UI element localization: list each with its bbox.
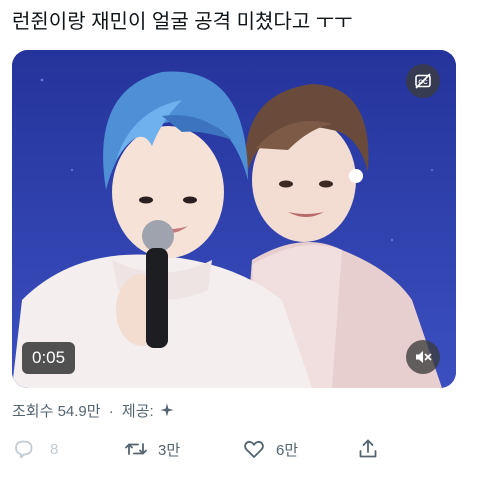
cc-off-icon: CC bbox=[415, 73, 431, 89]
retweet-button[interactable]: 3만 bbox=[124, 432, 180, 466]
mute-button[interactable] bbox=[406, 340, 440, 374]
share-button[interactable] bbox=[356, 432, 380, 466]
mute-icon bbox=[416, 351, 432, 363]
like-button[interactable]: 6만 bbox=[242, 432, 298, 466]
heart-icon bbox=[244, 440, 264, 458]
tweet-meta: 조회수 54.9만 · 제공: bbox=[12, 400, 174, 424]
reply-icon bbox=[15, 440, 33, 459]
reply-count: 8 bbox=[50, 440, 59, 458]
share-icon bbox=[359, 439, 377, 458]
like-count: 6만 bbox=[276, 441, 299, 459]
meta-separator: · bbox=[108, 403, 114, 420]
views-count: 조회수 54.9만 bbox=[12, 403, 101, 420]
tweet-text: 런쥔이랑 재민이 얼굴 공격 미쳤다고 ㅜㅜ bbox=[12, 11, 353, 33]
retweet-icon bbox=[125, 443, 147, 455]
reply-button[interactable]: 8 bbox=[12, 432, 58, 466]
cut-off-header: ▁▁▁▁▁▁▁▁▁▁▁▁▁▁▁▁▁▁▁▁▁▁▁ bbox=[12, 0, 312, 4]
video-timestamp: 0:05 bbox=[22, 342, 76, 374]
provider-label: 제공: bbox=[121, 403, 154, 420]
video-player[interactable]: CC 0:05 bbox=[12, 50, 456, 388]
video-frame bbox=[12, 50, 456, 388]
action-bar: 8 3만 6만 bbox=[0, 432, 480, 466]
captions-button[interactable]: CC bbox=[406, 64, 440, 98]
retweet-count: 3만 bbox=[158, 441, 181, 459]
sparkle-icon[interactable] bbox=[160, 403, 174, 417]
tweet-card: ▁▁▁▁▁▁▁▁▁▁▁▁▁▁▁▁▁▁▁▁▁▁▁ 런쥔이랑 재민이 얼굴 공격 미… bbox=[0, 0, 480, 478]
